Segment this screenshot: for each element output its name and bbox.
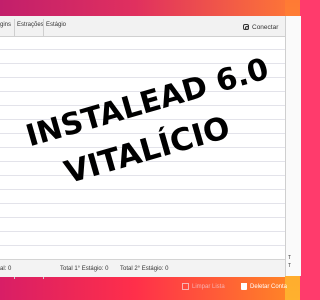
- profiles-list[interactable]: [0, 37, 285, 259]
- side-panel-label: T: [288, 263, 292, 269]
- list-row-line: [0, 217, 285, 218]
- clear-list-button[interactable]: Limpar Lista: [182, 283, 225, 290]
- clear-list-icon: [182, 283, 189, 290]
- delete-account-button[interactable]: Deletar Conta: [241, 283, 287, 290]
- list-row-line: [0, 245, 285, 246]
- status-bar: al: 0 Total 1° Estágio: 0 Total 2° Estág…: [0, 259, 285, 277]
- column-header-stage[interactable]: Estágio: [46, 22, 66, 28]
- list-row-line: [0, 203, 285, 204]
- list-row-line: [0, 161, 285, 162]
- trash-icon: [241, 283, 247, 290]
- list-row-line: [0, 175, 285, 176]
- list-row-line: [0, 231, 285, 232]
- total-stage-2: Total 2° Estágio: 0: [120, 266, 169, 272]
- brand-gradient-top: [0, 0, 300, 16]
- delete-account-label: Deletar Conta: [250, 283, 288, 290]
- list-row-line: [0, 77, 285, 78]
- column-header-extractions[interactable]: Estrações: [17, 22, 44, 28]
- instagram-icon: [243, 24, 249, 30]
- list-row-line: [0, 147, 285, 148]
- connect-button-label: Conectar: [252, 23, 279, 31]
- list-row-line: [0, 63, 285, 64]
- app-window: gins Estrações Estágio Conectar al: 0 To…: [0, 16, 285, 279]
- connect-button[interactable]: Conectar: [243, 22, 278, 32]
- list-row-line: [0, 189, 285, 190]
- total-count: al: 0: [0, 266, 12, 272]
- side-panel-label: T: [288, 255, 292, 261]
- clear-list-label: Limpar Lista: [192, 283, 225, 290]
- column-header-1[interactable]: gins: [0, 22, 11, 28]
- side-panel: T T: [285, 16, 301, 276]
- list-row-line: [0, 133, 285, 134]
- total-stage-1: Total 1° Estágio: 0: [60, 266, 109, 272]
- list-row-line: [0, 119, 285, 120]
- list-row-line: [0, 49, 285, 50]
- list-row-line: [0, 91, 285, 92]
- list-row-line: [0, 105, 285, 106]
